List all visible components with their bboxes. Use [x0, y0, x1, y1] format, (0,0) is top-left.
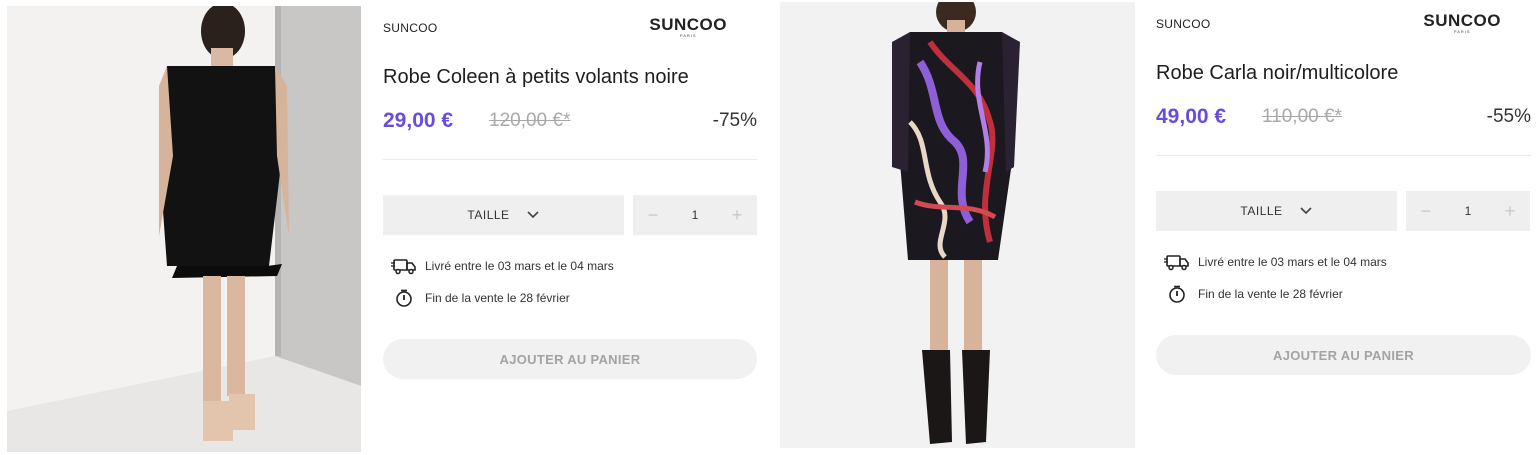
size-select-label: TAILLE	[467, 208, 510, 222]
brand-logo-word: SUNCOO	[1423, 11, 1501, 30]
product-info-coleen: SUNCOO SUNCOO PARIS Robe Coleen à petits…	[383, 0, 757, 379]
brand-logo-word: SUNCOO	[649, 15, 727, 34]
sale-end-info: Fin de la vente le 28 février	[1156, 283, 1531, 305]
quantity-value: 1	[1464, 204, 1472, 218]
price-row: 49,00 € 110,00 €* -55%	[1156, 105, 1531, 139]
quantity-increase-button[interactable]: +	[717, 195, 757, 235]
quantity-increase-button[interactable]: +	[1490, 191, 1530, 231]
product-card-carla: SUNCOO SUNCOO PARIS Robe Carla noir/mult…	[780, 0, 1536, 455]
brand-name[interactable]: SUNCOO	[383, 21, 437, 35]
original-price: 110,00 €*	[1262, 106, 1342, 127]
size-select-label: TAILLE	[1240, 204, 1283, 218]
brand-logo[interactable]: SUNCOO PARIS	[649, 16, 727, 38]
product-meta: Livré entre le 03 mars et le 04 mars Fin…	[1156, 251, 1531, 305]
current-price: 29,00 €	[383, 109, 454, 132]
discount-badge: -55%	[1486, 106, 1531, 127]
discount-badge: -75%	[712, 110, 757, 131]
quantity-stepper[interactable]: − 1 +	[633, 195, 757, 235]
delivery-text: Livré entre le 03 mars et le 04 mars	[425, 259, 614, 273]
current-price: 49,00 €	[1156, 105, 1227, 128]
product-title: Robe Coleen à petits volants noire	[383, 66, 689, 88]
chevron-down-icon	[1299, 207, 1312, 215]
add-to-cart-button[interactable]: AJOUTER AU PANIER	[1156, 335, 1531, 375]
stopwatch-icon	[1164, 285, 1190, 303]
brand-logo[interactable]: SUNCOO PARIS	[1423, 12, 1501, 34]
purchase-controls: TAILLE − 1 +	[383, 195, 757, 235]
price-row: 29,00 € 120,00 €* -75%	[383, 109, 757, 143]
size-select[interactable]: TAILLE	[383, 195, 624, 235]
quantity-value: 1	[691, 208, 699, 222]
delivery-info: Livré entre le 03 mars et le 04 mars	[383, 255, 757, 277]
divider	[383, 159, 757, 160]
product-image-coleen[interactable]	[7, 6, 361, 452]
product-card-coleen: SUNCOO SUNCOO PARIS Robe Coleen à petits…	[0, 0, 768, 455]
size-select[interactable]: TAILLE	[1156, 191, 1397, 231]
brand-row: SUNCOO SUNCOO PARIS	[383, 0, 757, 40]
delivery-info: Livré entre le 03 mars et le 04 mars	[1156, 251, 1531, 273]
sale-end-text: Fin de la vente le 28 février	[1198, 287, 1343, 301]
divider	[1156, 155, 1531, 156]
product-info-carla: SUNCOO SUNCOO PARIS Robe Carla noir/mult…	[1156, 0, 1531, 375]
dress-photo-printed	[780, 2, 1135, 448]
product-meta: Livré entre le 03 mars et le 04 mars Fin…	[383, 255, 757, 309]
delivery-text: Livré entre le 03 mars et le 04 mars	[1198, 255, 1387, 269]
quantity-stepper[interactable]: − 1 +	[1406, 191, 1530, 231]
brand-name[interactable]: SUNCOO	[1156, 17, 1210, 31]
product-title: Robe Carla noir/multicolore	[1156, 62, 1399, 84]
add-to-cart-button[interactable]: AJOUTER AU PANIER	[383, 339, 757, 379]
dress-photo-black	[7, 6, 361, 452]
purchase-controls: TAILLE − 1 +	[1156, 191, 1531, 231]
original-price: 120,00 €*	[489, 110, 571, 131]
chevron-down-icon	[526, 211, 539, 219]
delivery-truck-icon	[391, 257, 417, 275]
stopwatch-icon	[391, 289, 417, 307]
quantity-decrease-button[interactable]: −	[633, 195, 673, 235]
sale-end-info: Fin de la vente le 28 février	[383, 287, 757, 309]
quantity-decrease-button[interactable]: −	[1406, 191, 1446, 231]
brand-row: SUNCOO SUNCOO PARIS	[1156, 0, 1531, 36]
product-image-carla[interactable]	[780, 2, 1135, 448]
delivery-truck-icon	[1164, 253, 1190, 271]
sale-end-text: Fin de la vente le 28 février	[425, 291, 570, 305]
